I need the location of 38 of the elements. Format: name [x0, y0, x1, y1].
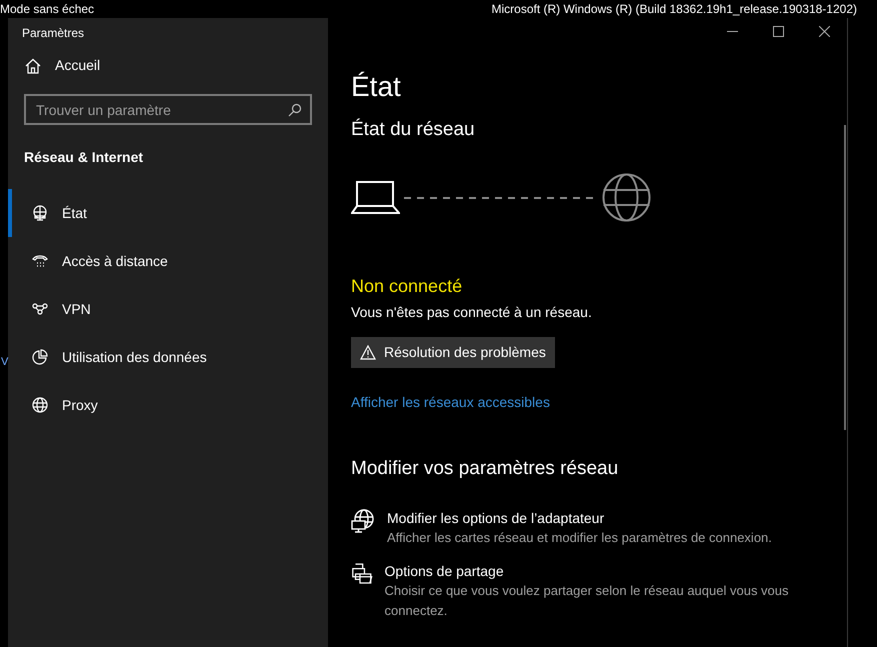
option-link[interactable]: Options de partage: [384, 562, 807, 581]
warning-icon: [360, 344, 376, 360]
option-description: Choisir ce que vous voulez partager selon le réseau auquel vous vous connectez.: [384, 582, 790, 620]
maximize-icon: [772, 26, 784, 36]
window-title: Paramètres: [22, 26, 84, 40]
nav-item[interactable]: Accès à distance: [8, 237, 328, 285]
section-heading: Réseau & Internet: [24, 149, 144, 165]
home-icon: [25, 58, 41, 74]
laptop-icon: [351, 180, 400, 214]
close-icon: [818, 26, 830, 36]
search-icon: [288, 103, 302, 117]
pie-chart-icon: [32, 349, 48, 365]
build-label: Microsoft (R) Windows (R) (Build 18362.19h1_release.190318-1202): [491, 3, 857, 15]
home-link[interactable]: Accueil: [8, 55, 100, 76]
section-heading: Modifier vos paramètres réseau: [351, 456, 620, 480]
printer-folder-icon: [351, 562, 373, 586]
globe-icon: [602, 173, 651, 222]
search-field[interactable]: Trouver un paramètre: [24, 94, 312, 125]
phone-icon: [32, 253, 48, 269]
nav-item[interactable]: Proxy: [8, 381, 328, 429]
minimize-icon: [726, 30, 738, 32]
option-description: Afficher les cartes réseau et modifier les paramètres de connexion.: [387, 529, 772, 547]
nav-item[interactable]: Utilisation des données: [8, 333, 328, 381]
nav-item[interactable]: VPN: [8, 285, 328, 333]
troubleshoot-button[interactable]: Résolution des problèmes: [351, 336, 555, 368]
networks-link[interactable]: Afficher les réseaux accessibles: [351, 394, 550, 410]
globe-monitor-icon: [351, 509, 375, 533]
connection-status: Non connecté: [351, 274, 464, 298]
safe-mode-label: Mode sans échec: [0, 3, 94, 15]
option-link[interactable]: Modifier les options de l’adaptateur: [387, 509, 772, 528]
nav-item[interactable]: État: [8, 189, 328, 237]
globe-icon: [32, 397, 48, 413]
status-description: Vous n'êtes pas connecté à un réseau.: [351, 302, 593, 322]
section-heading: État du réseau: [351, 118, 476, 142]
desktop-icon-label: V: [1, 355, 8, 370]
globe-monitor-icon: [32, 205, 48, 221]
vpn-icon: [32, 303, 48, 315]
page-title: État: [351, 70, 402, 104]
